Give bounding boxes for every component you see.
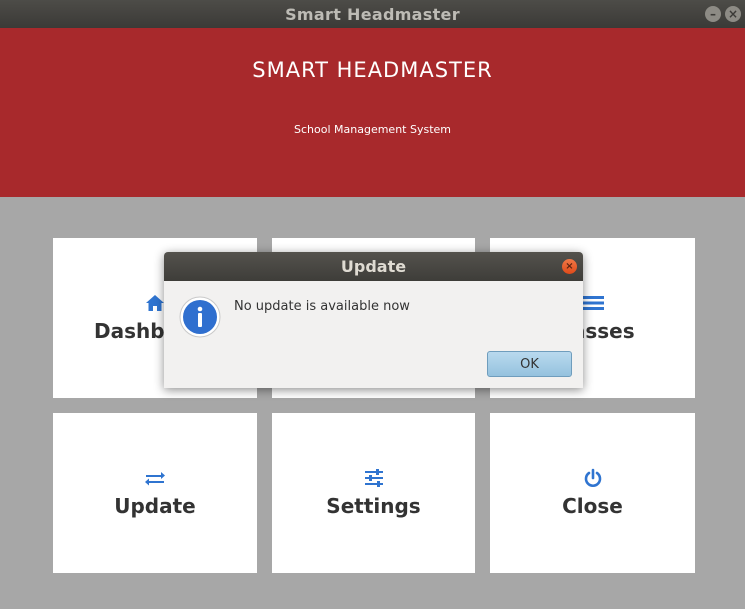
dialog-close-button[interactable]: ×: [562, 259, 577, 274]
update-tile[interactable]: Update: [53, 413, 257, 573]
close-tile[interactable]: Close: [490, 413, 695, 573]
list-icon: [581, 293, 604, 313]
sliders-icon: [364, 468, 384, 488]
dialog-message: No update is available now: [234, 299, 410, 314]
swap-arrows-icon: [144, 468, 166, 488]
dialog-titlebar: Update ×: [164, 252, 583, 281]
tile-label: Update: [114, 494, 196, 518]
tile-label: Settings: [326, 494, 421, 518]
app-title: SMART HEADMASTER: [252, 58, 493, 82]
home-icon: [145, 293, 165, 313]
window-close-button[interactable]: ×: [725, 6, 741, 22]
app-subtitle: School Management System: [294, 123, 451, 136]
info-icon: [179, 296, 221, 338]
window-title: Smart Headmaster: [285, 4, 460, 24]
ok-button[interactable]: OK: [487, 351, 572, 377]
settings-tile[interactable]: Settings: [272, 413, 475, 573]
power-icon: [583, 468, 603, 488]
minimize-button[interactable]: –: [705, 6, 721, 22]
window-titlebar: Smart Headmaster – ×: [0, 0, 745, 28]
update-dialog: Update × No update is available now OK: [164, 252, 583, 388]
dialog-title: Update: [340, 257, 407, 276]
app-header: SMART HEADMASTER School Management Syste…: [0, 28, 745, 197]
tile-label: Close: [562, 494, 623, 518]
